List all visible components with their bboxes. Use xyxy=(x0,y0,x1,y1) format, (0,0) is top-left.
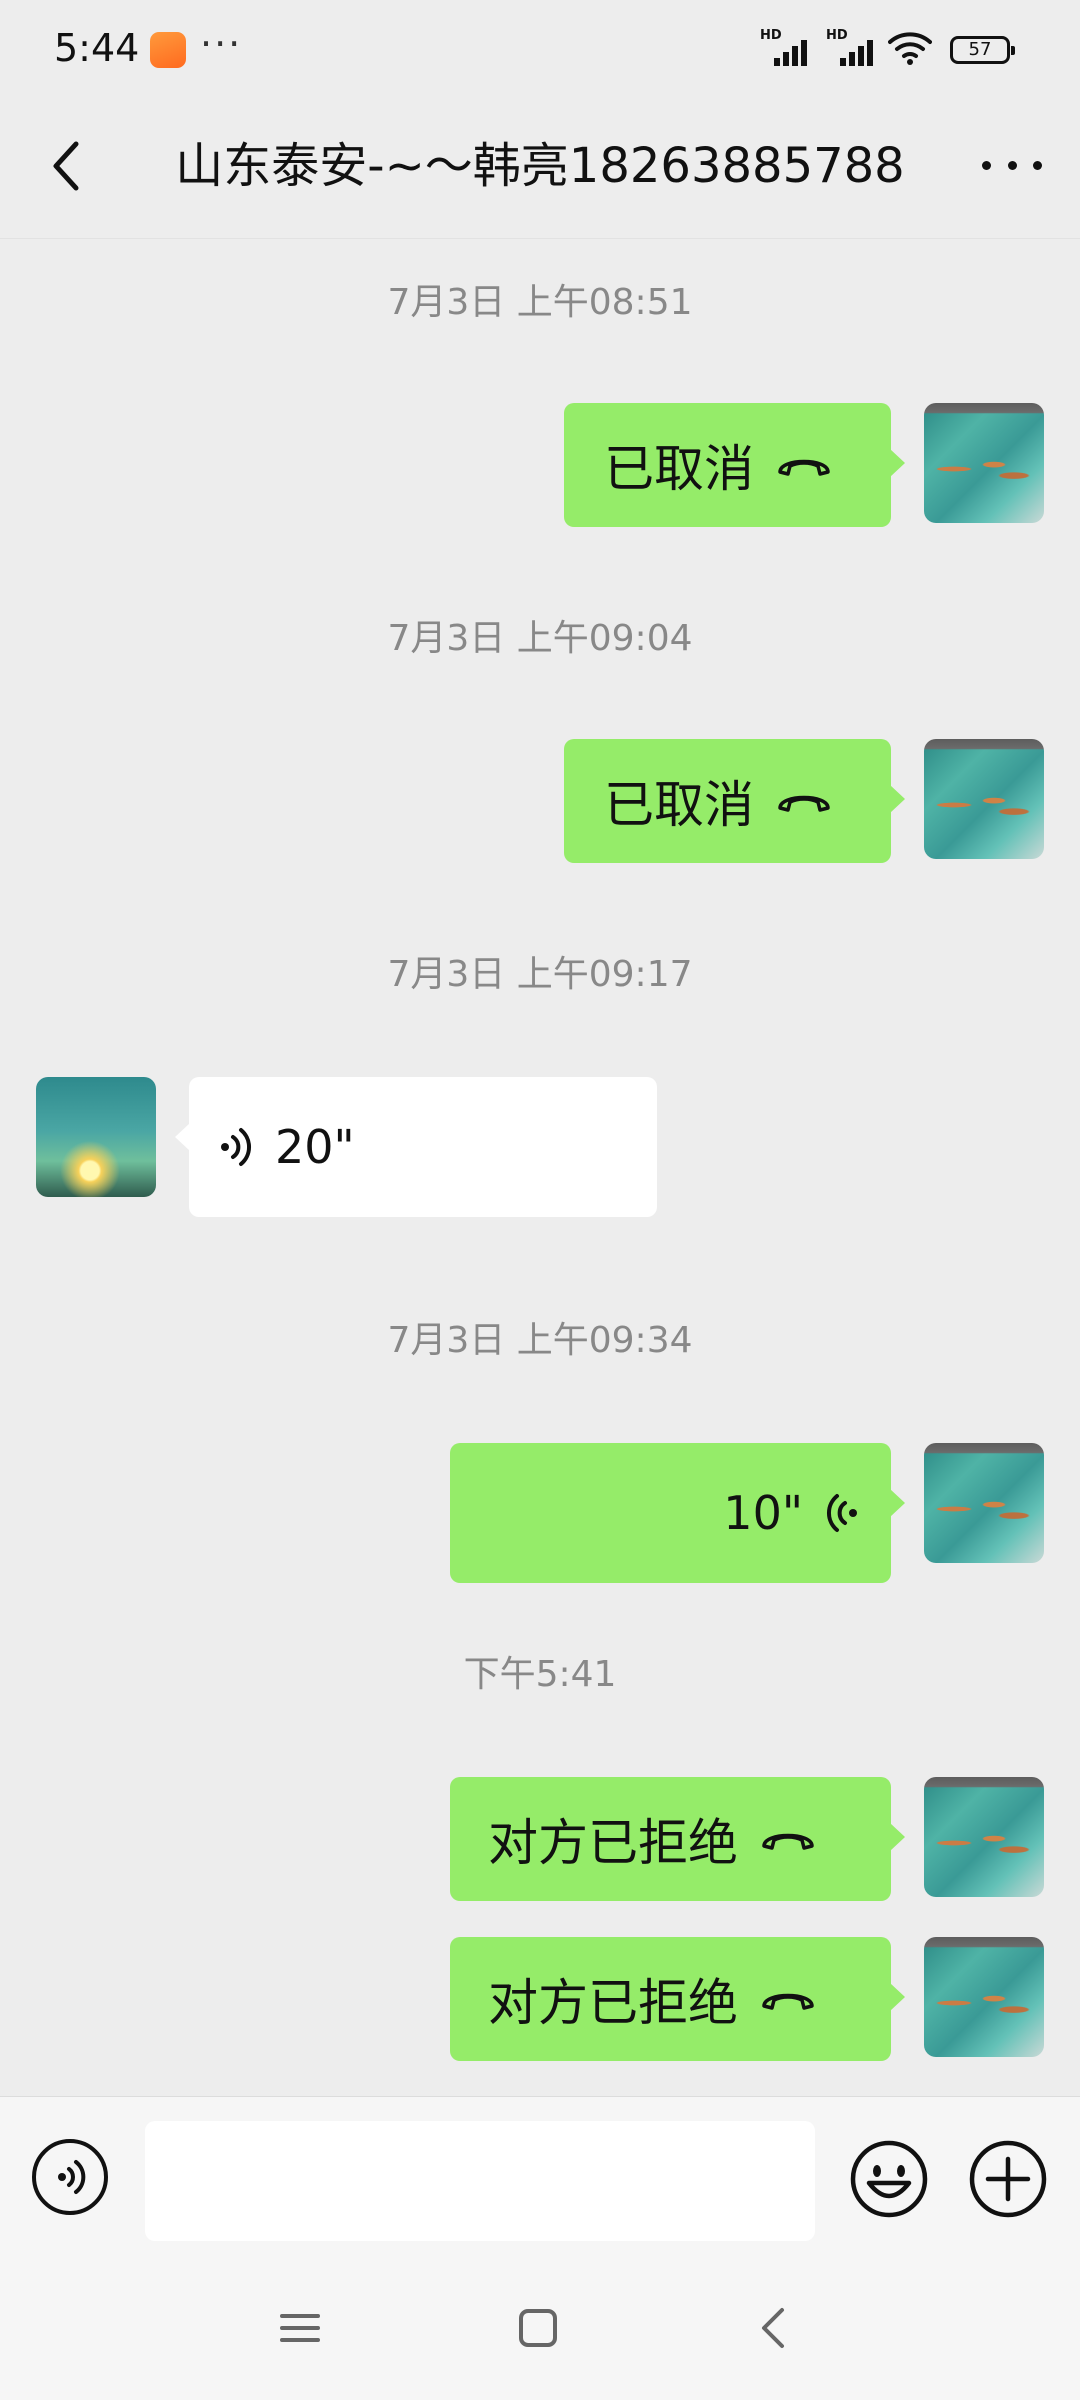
message-timestamp: 7月3日 上午08:51 xyxy=(387,282,693,323)
battery-icon: 57 xyxy=(950,36,1015,64)
back-button[interactable] xyxy=(40,136,100,196)
call-status-text: 对方已拒绝 xyxy=(488,1814,738,1872)
more-options-button[interactable] xyxy=(982,140,1042,190)
contact-avatar[interactable] xyxy=(36,1077,156,1197)
message-timestamp: 下午5:41 xyxy=(463,1654,617,1695)
voice-playback-icon xyxy=(221,1128,252,1166)
self-avatar[interactable] xyxy=(924,1443,1044,1563)
more-dot xyxy=(1007,160,1017,170)
voice-duration: 20" xyxy=(275,1120,355,1174)
battery-level: 57 xyxy=(968,39,992,60)
nav-home-button[interactable] xyxy=(516,2306,560,2350)
voice-message-bubble[interactable]: 10" xyxy=(450,1443,905,1583)
call-status-text: 对方已拒绝 xyxy=(488,1974,738,2032)
emoji-button[interactable] xyxy=(849,2139,929,2219)
self-avatar[interactable] xyxy=(924,739,1044,859)
message-input-bar xyxy=(0,2096,1080,2257)
message-timestamp: 7月3日 上午09:34 xyxy=(387,1320,693,1361)
self-avatar[interactable] xyxy=(924,403,1044,523)
message-input[interactable] xyxy=(145,2121,815,2241)
call-record-bubble[interactable]: 已取消 xyxy=(564,739,905,863)
phone-hangup-icon xyxy=(762,1993,814,2010)
call-record-bubble[interactable]: 对方已拒绝 xyxy=(450,1777,905,1901)
cellular-signal-icon: HD xyxy=(760,28,818,66)
plus-button[interactable] xyxy=(968,2139,1048,2219)
message-timestamp: 7月3日 上午09:04 xyxy=(387,618,693,659)
system-navigation-bar xyxy=(0,2256,1080,2400)
shopping-bag-app-icon xyxy=(150,32,186,68)
phone-hangup-icon xyxy=(762,1833,814,1850)
nav-back-button[interactable] xyxy=(752,2304,796,2352)
call-record-bubble[interactable]: 对方已拒绝 xyxy=(450,1937,905,2061)
status-more-notifications: ··· xyxy=(200,22,243,66)
self-avatar[interactable] xyxy=(924,1937,1044,2057)
chat-header: 山东泰安-~～韩亮18263885788 xyxy=(0,100,1080,239)
message-timestamp: 7月3日 上午09:17 xyxy=(387,954,693,995)
voice-duration: 10" xyxy=(723,1486,803,1540)
self-avatar[interactable] xyxy=(924,1777,1044,1897)
phone-hangup-icon xyxy=(778,795,830,812)
voice-playback-icon xyxy=(826,1494,857,1532)
voice-message-bubble[interactable]: 20" xyxy=(175,1077,657,1217)
more-dot xyxy=(982,160,991,170)
call-record-bubble[interactable]: 已取消 xyxy=(564,403,905,527)
nav-menu-button[interactable] xyxy=(278,2306,322,2350)
call-status-text: 已取消 xyxy=(604,776,754,834)
status-bar: 5:44 ··· HD HD 57 xyxy=(0,0,1080,100)
status-time: 5:44 xyxy=(54,26,140,70)
phone-hangup-icon xyxy=(778,459,830,476)
chat-message-list[interactable]: 7月3日 上午08:51 已取消 7月3日 上午09:04 已取消 7月3日 上… xyxy=(0,239,1080,2095)
more-dot xyxy=(1033,160,1042,170)
voice-input-button[interactable] xyxy=(32,2139,108,2215)
wifi-icon xyxy=(888,32,932,65)
cellular-signal-icon: HD xyxy=(826,28,884,66)
chat-title: 山东泰安-~～韩亮18263885788 xyxy=(175,138,905,194)
voice-input-icon xyxy=(58,2160,86,2194)
call-status-text: 已取消 xyxy=(604,440,754,498)
